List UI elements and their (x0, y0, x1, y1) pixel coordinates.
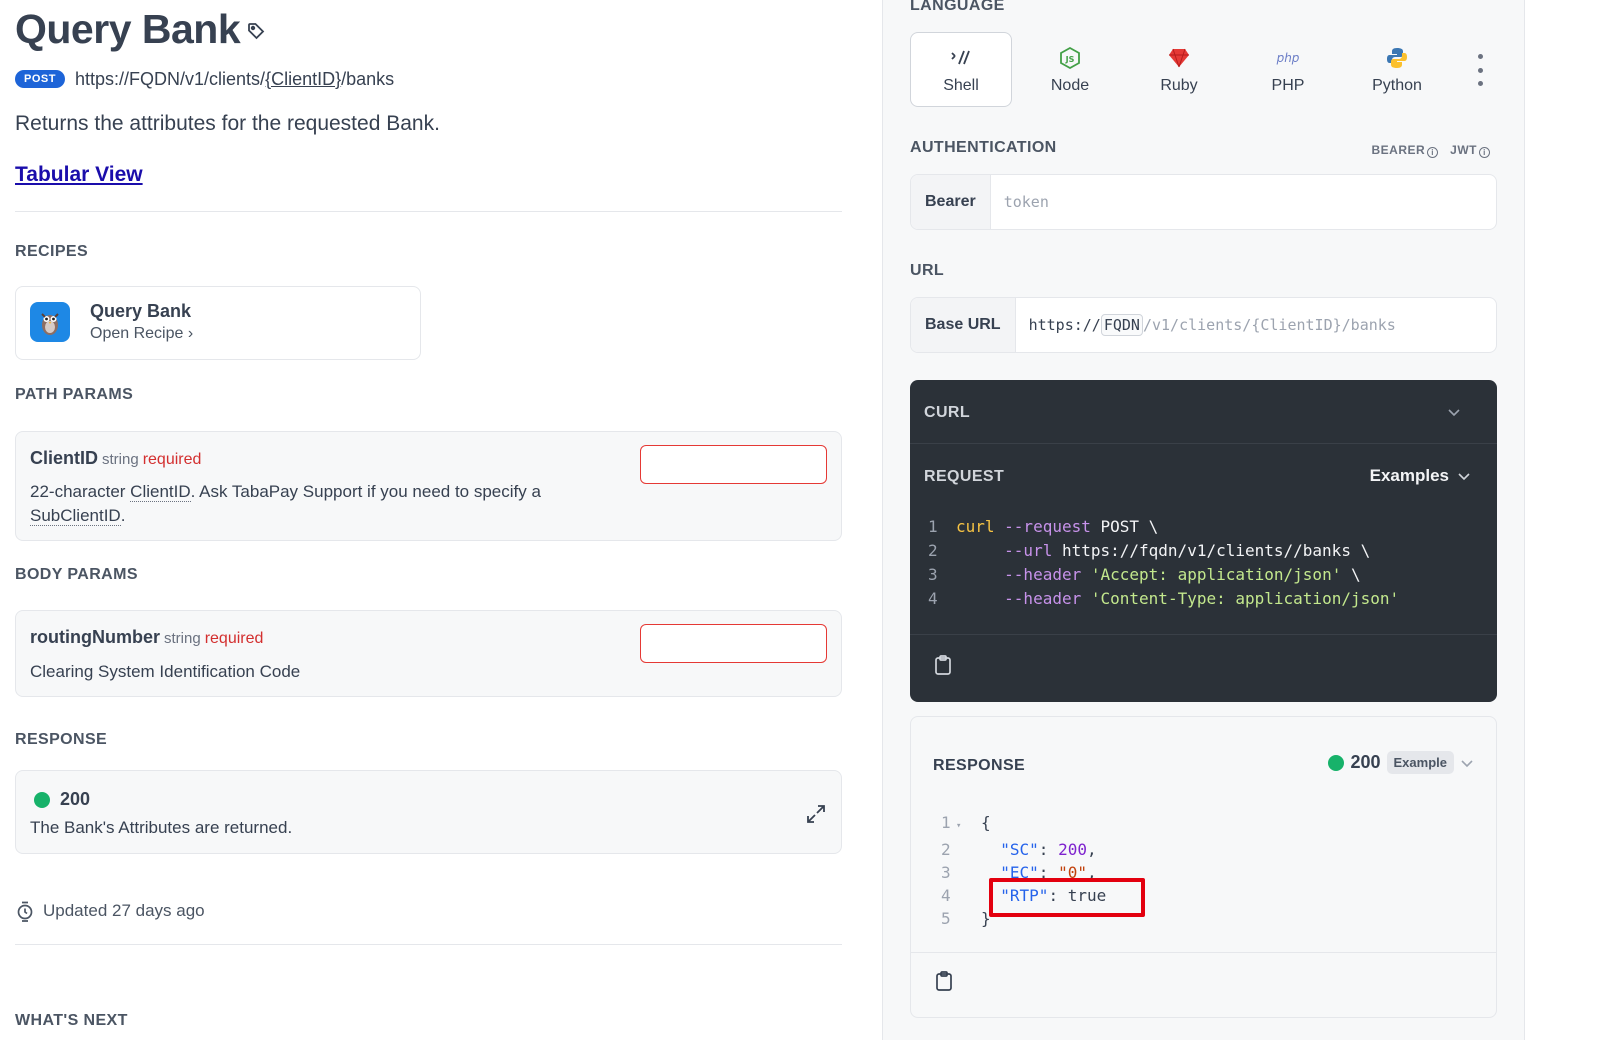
base-url-label: Base URL (911, 298, 1016, 352)
url-path-param: {ClientID} (265, 69, 342, 89)
param-required: required (142, 451, 202, 468)
recipe-card[interactable]: Query Bank Open Recipe › (15, 286, 421, 360)
code-panel: LANGUAGE Shell JS Node Ruby php PHP Pyth… (882, 0, 1525, 1040)
recipe-title: Query Bank (90, 301, 192, 321)
chevron-down-icon[interactable] (1447, 405, 1461, 419)
clipboard-icon[interactable] (935, 970, 953, 992)
routing-number-input[interactable] (640, 624, 827, 663)
lang-tab-php[interactable]: php PHP (1237, 32, 1339, 107)
highlight-annotation (989, 878, 1145, 917)
param-type: string (102, 451, 139, 468)
auth-type-jwt[interactable]: JWT i (1450, 143, 1490, 158)
curl-title: CURL (924, 404, 971, 421)
code-line: 2 "SC": 200, (941, 840, 1097, 859)
chevron-down-icon (1461, 759, 1473, 767)
clock-icon (17, 901, 33, 922)
param-name: routingNumber string required (30, 627, 264, 647)
docs-main: Query Bank POST https://FQDN/v1/clients/… (15, 0, 842, 1040)
response-card[interactable]: 200 The Bank's Attributes are returned. (15, 770, 842, 854)
divider (911, 952, 1496, 953)
clipboard-icon[interactable] (934, 654, 952, 676)
examples-dropdown[interactable]: Examples (1370, 466, 1471, 486)
endpoint-url: https://FQDN/v1/clients/{ClientID}/banks (75, 69, 395, 89)
lang-tab-ruby[interactable]: Ruby (1128, 32, 1230, 107)
divider (910, 634, 1497, 635)
response-panel-title: RESPONSE (933, 757, 1026, 774)
language-label: LANGUAGE (910, 0, 1005, 14)
param-type: string (164, 630, 201, 647)
curl-card: CURL REQUEST Examples 1 curl --request PO… (910, 380, 1497, 702)
chevron-down-icon (1458, 473, 1470, 481)
recipes-label: RECIPES (15, 243, 89, 260)
path-param-card: ClientID string required 22-character Clie… (15, 431, 842, 541)
method-badge: POST (15, 70, 65, 88)
code-line: 4 --header 'Content-Type: application/js… (928, 589, 1400, 608)
fqdn-chip[interactable]: FQDN (1100, 314, 1143, 336)
code-line: 2 --url https://fqdn/v1/clients//banks \ (928, 541, 1371, 560)
page-title: Query Bank (15, 6, 241, 52)
response-status-selector[interactable]: 200 Example (1328, 751, 1474, 774)
svg-text:php: php (1276, 51, 1300, 65)
lang-tab-node[interactable]: JS Node (1019, 32, 1121, 107)
response-example-panel: RESPONSE 200 Example 1 ▾{ 2 "SC": 200, 3… (910, 716, 1497, 1018)
param-description: Clearing System Identification Code (30, 662, 301, 681)
recipe-owl-icon (30, 302, 70, 342)
bearer-label: Bearer (911, 175, 991, 229)
curl-code: 1 curl --request POST \ 2 --url https://f… (928, 515, 1399, 611)
tabular-view-link[interactable]: Tabular View (15, 163, 143, 187)
status-dot (1328, 754, 1345, 771)
body-param-card: routingNumber string required Clearing Sys… (15, 610, 842, 697)
info-icon: i (1427, 147, 1439, 158)
example-badge: Example (1386, 751, 1454, 774)
base-url-value: https://FQDN/v1/clients/{ClientID}/banks (1028, 314, 1396, 336)
param-required: required (204, 630, 264, 647)
base-url-field: Base URL https://FQDN/v1/clients/{Client… (910, 297, 1497, 353)
code-line: 3 --header 'Accept: application/json' \ (928, 565, 1361, 584)
client-id-input[interactable] (640, 445, 827, 484)
code-line: 1 curl --request POST \ (928, 517, 1159, 536)
code-line: 1 ▾{ (941, 813, 991, 832)
ruby-icon (1168, 45, 1190, 71)
request-label: REQUEST (924, 468, 1005, 485)
divider (15, 944, 842, 945)
more-languages-icon[interactable] (1475, 54, 1485, 86)
lang-tab-python[interactable]: Python (1346, 32, 1448, 107)
response-description: The Bank's Attributes are returned. (30, 818, 293, 837)
bearer-token-input[interactable]: token (991, 175, 1049, 229)
path-params-label: PATH PARAMS (15, 386, 134, 403)
param-description: 22-character ClientID. Ask TabaPay Suppo… (30, 482, 541, 526)
status-code: 200 (1350, 752, 1381, 772)
glossary-term[interactable]: SubClientID (30, 506, 121, 526)
open-recipe-link[interactable]: Open Recipe › (90, 325, 193, 343)
curl-header[interactable]: CURL (910, 380, 1497, 444)
php-icon: php (1275, 45, 1301, 71)
updated-info: Updated 27 days ago (15, 900, 205, 922)
expand-icon[interactable] (805, 803, 827, 825)
bearer-field: Bearer token (910, 174, 1497, 230)
svg-text:JS: JS (1065, 55, 1075, 64)
whats-next-label: WHAT'S NEXT (15, 1012, 128, 1029)
glossary-term[interactable]: ClientID (130, 482, 191, 502)
node-icon: JS (1060, 45, 1080, 71)
body-params-label: BODY PARAMS (15, 566, 138, 583)
status-dot (34, 792, 50, 808)
authentication-label: AUTHENTICATION (910, 139, 1057, 156)
response-code: 200 (60, 789, 91, 809)
tag-icon[interactable] (246, 21, 266, 41)
auth-types: BEARER i JWT i (1371, 143, 1490, 158)
shell-icon (950, 45, 972, 71)
param-name: ClientID string required (30, 448, 202, 468)
divider (15, 211, 842, 212)
response-label: RESPONSE (15, 731, 108, 748)
endpoint-description: Returns the attributes for the requested… (15, 112, 440, 135)
lang-tab-shell[interactable]: Shell (910, 32, 1012, 107)
python-icon (1386, 45, 1408, 71)
url-label: URL (910, 262, 945, 279)
language-picker: Shell JS Node Ruby php PHP Python (910, 32, 1497, 107)
auth-type-bearer[interactable]: BEARER i (1371, 143, 1439, 158)
info-icon: i (1479, 147, 1490, 158)
